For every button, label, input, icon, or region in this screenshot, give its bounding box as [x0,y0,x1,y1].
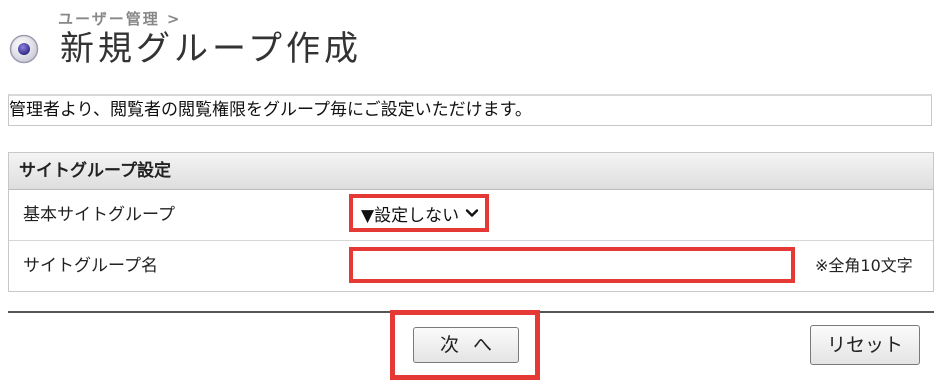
char-limit-note: ※全角10文字 [815,256,913,275]
input-highlight [349,247,795,283]
next-button-highlight: 次へ [390,310,540,380]
site-group-settings: サイトグループ設定 基本サイトグループ ▼設定しない サイトグループ名 ※全角1… [8,152,934,292]
select-highlight: ▼設定しない [349,194,490,232]
radio-dot-icon [9,34,39,64]
new-group-page: ユーザー管理 > 新規グループ作成 管理者より、閲覧者の閲覧権限をグループ毎にご… [0,0,942,384]
row-label: サイトグループ名 [23,256,158,276]
reset-button[interactable]: リセット [810,325,920,365]
section-header: サイトグループ設定 [9,153,933,190]
base-site-group-select[interactable]: ▼設定しない [355,200,484,226]
select-value: ▼設定しない [361,205,460,226]
description-text: 管理者より、閲覧者の閲覧権限をグループ毎にご設定いただけます。 [8,94,932,126]
row-site-group-name: サイトグループ名 ※全角10文字 [9,241,933,291]
next-button[interactable]: 次へ [413,327,519,363]
chevron-down-icon [465,209,479,217]
page-title: 新規グループ作成 [60,29,362,69]
row-label: 基本サイトグループ [23,205,175,225]
site-group-name-input[interactable] [353,251,791,279]
row-base-site-group: 基本サイトグループ ▼設定しない [9,190,933,241]
